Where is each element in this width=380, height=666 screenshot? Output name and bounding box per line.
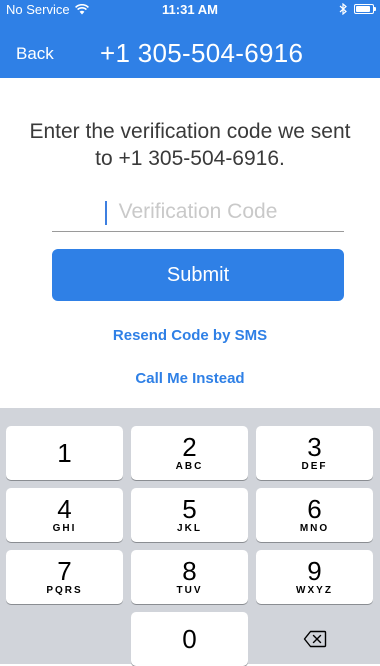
key-4[interactable]: 4 GHI	[6, 488, 123, 542]
key-digit: 2	[182, 432, 197, 462]
key-7[interactable]: 7 PQRS	[6, 550, 123, 604]
key-digit: 8	[182, 556, 197, 586]
verification-code-field[interactable]	[52, 195, 344, 232]
key-2[interactable]: 2 ABC	[131, 426, 248, 480]
battery-icon	[354, 4, 376, 14]
verification-code-input[interactable]	[52, 195, 344, 229]
key-letters: PQRS	[46, 585, 83, 596]
key-5[interactable]: 5 JKL	[131, 488, 248, 542]
key-0[interactable]: 0	[131, 612, 248, 666]
key-digit: 6	[307, 494, 322, 524]
verification-form: Enter the verification code we sent to +…	[0, 78, 380, 408]
key-digit: 4	[57, 494, 72, 524]
key-digit: 9	[307, 556, 322, 586]
key-digit: 0	[182, 624, 197, 654]
key-digit: 7	[57, 556, 72, 586]
key-digit: 5	[182, 494, 197, 524]
delete-key[interactable]	[256, 612, 373, 666]
key-letters: DEF	[301, 461, 328, 472]
key-digit: 1	[57, 438, 72, 468]
back-button[interactable]: Back	[16, 44, 54, 64]
app-header: No Service 11:31 AM Back +1 305-504-6916	[0, 0, 380, 78]
text-cursor	[105, 201, 107, 225]
key-digit: 3	[307, 432, 322, 462]
key-8[interactable]: 8 TUV	[131, 550, 248, 604]
resend-code-link[interactable]: Resend Code by SMS	[0, 327, 380, 344]
instructions-text: Enter the verification code we sent to +…	[29, 120, 351, 170]
submit-button[interactable]: Submit	[52, 249, 344, 301]
key-9[interactable]: 9 WXYZ	[256, 550, 373, 604]
key-letters: MNO	[299, 523, 330, 534]
bluetooth-icon	[339, 3, 347, 15]
status-time: 11:31 AM	[162, 2, 218, 17]
call-me-link[interactable]: Call Me Instead	[0, 370, 380, 387]
nav-title: +1 305-504-6916	[100, 38, 304, 68]
battery-level	[356, 6, 370, 12]
key-letters: WXYZ	[296, 585, 333, 596]
status-bar: No Service 11:31 AM	[0, 0, 380, 20]
key-1[interactable]: 1	[6, 426, 123, 480]
nav-bar: Back +1 305-504-6916	[0, 34, 380, 74]
key-6[interactable]: 6 MNO	[256, 488, 373, 542]
numeric-keypad: 1 2 ABC 3 DEF 4 GHI 5 JKL 6 MNO 7 PQRS 8…	[0, 408, 380, 666]
key-letters: GHI	[52, 523, 77, 534]
battery-cap	[374, 7, 376, 11]
key-3[interactable]: 3 DEF	[256, 426, 373, 480]
key-letters: TUV	[176, 585, 203, 596]
key-letters: ABC	[175, 461, 204, 472]
key-letters: JKL	[177, 523, 202, 534]
status-indicators	[339, 3, 376, 15]
backspace-icon	[303, 630, 327, 648]
keypad-empty-slot	[6, 612, 123, 666]
